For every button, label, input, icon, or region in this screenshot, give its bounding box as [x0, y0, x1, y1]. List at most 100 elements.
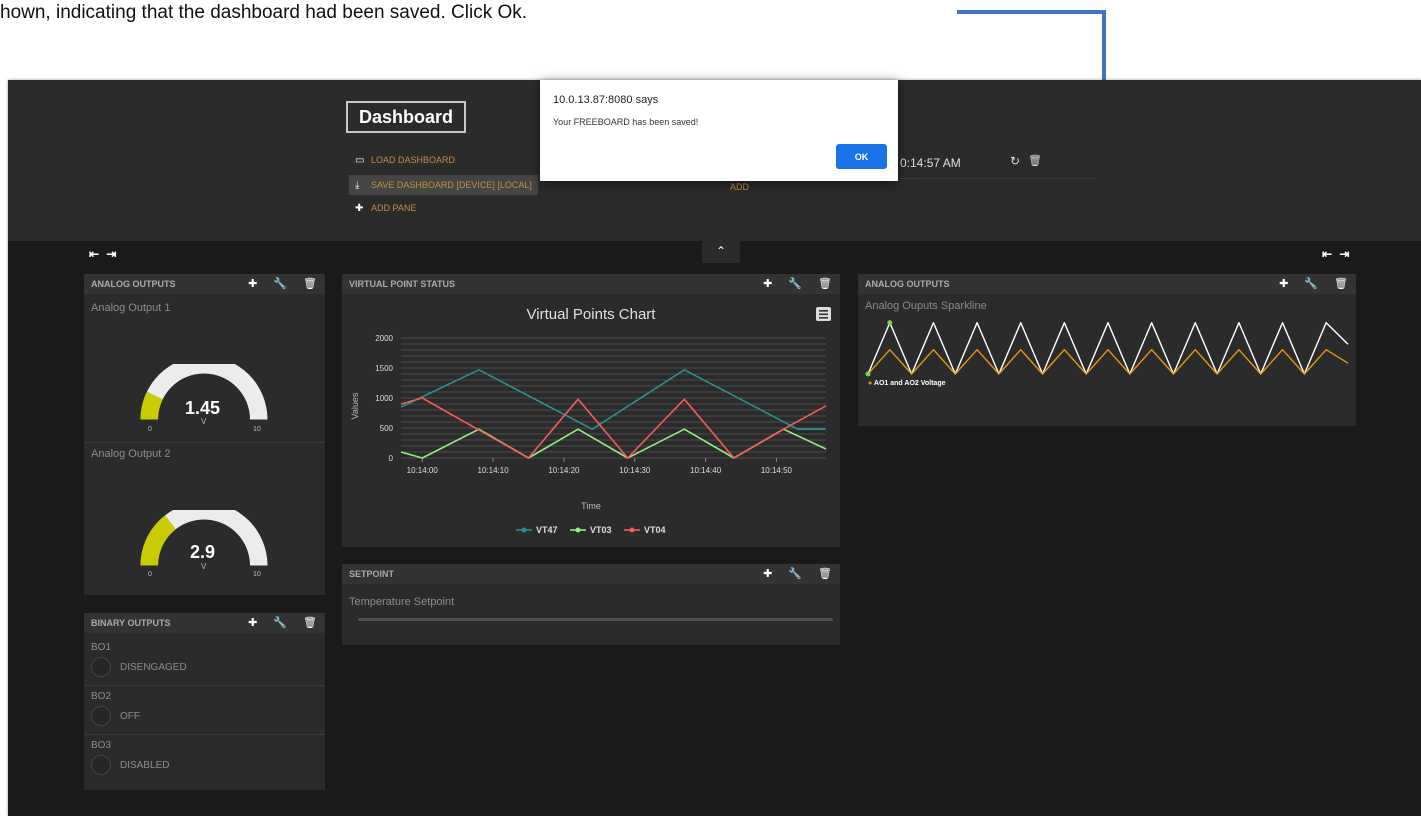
- trash-icon[interactable]: 🗑: [818, 278, 832, 290]
- trash-icon[interactable]: 🗑: [818, 568, 832, 580]
- x-tick-label: 10:14:30: [619, 466, 651, 475]
- load-dashboard-label: LOAD DASHBOARD: [371, 155, 456, 165]
- add-widget-icon[interactable]: ✚: [248, 617, 257, 629]
- x-tick-label: 10:14:00: [407, 466, 439, 475]
- widget-divider: [84, 685, 325, 686]
- trash-icon[interactable]: 🗑: [1028, 154, 1042, 167]
- trash-icon[interactable]: 🗑: [303, 278, 317, 290]
- load-dashboard-button[interactable]: ▭ LOAD DASHBOARD: [349, 150, 461, 170]
- collapse-header-toggle[interactable]: ⌃: [702, 241, 740, 263]
- dialog-title: 10.0.13.87:8080 says: [553, 94, 659, 106]
- widget-divider: [84, 442, 325, 443]
- y-axis-label: Values: [350, 392, 360, 419]
- legend-dot: ●: [868, 380, 873, 387]
- gauge-fill: [140, 515, 176, 566]
- datasource-updated-time: 0:14:57 AM: [900, 156, 961, 170]
- analog-outputs-sparkline-pane: ANALOG OUTPUTS ✚ 🔧 🗑 Analog Ouputs Spark…: [858, 274, 1356, 426]
- chevron-up-icon: ⌃: [715, 244, 727, 258]
- x-tick-label: 10:14:20: [548, 466, 580, 475]
- gauge-unit: V: [201, 562, 207, 571]
- sparkline-title: Analog Ouputs Sparkline: [865, 300, 987, 312]
- legend-item-vt47[interactable]: VT47: [536, 525, 558, 535]
- sparkline-ao2: [867, 349, 1349, 375]
- add-widget-icon[interactable]: ✚: [763, 278, 772, 290]
- pane-toolbar: ✚ 🔧 🗑: [1279, 278, 1348, 290]
- binary-outputs-pane: BINARY OUTPUTS ✚ 🔧 🗑 BO1 DISENGAGED BO2 …: [84, 613, 325, 790]
- x-tick-label: 10:14:50: [761, 466, 793, 475]
- refresh-icon[interactable]: ↻: [1010, 154, 1020, 168]
- gauge-value: 2.9: [190, 542, 216, 562]
- pane-toolbar: ✚ 🔧 🗑: [763, 568, 832, 580]
- sparkline-chart: [865, 320, 1349, 377]
- add-widget-icon[interactable]: ✚: [763, 568, 772, 580]
- indicator-light: [91, 706, 111, 726]
- trash-icon[interactable]: 🗑: [303, 617, 317, 629]
- sparkline-max-marker: [887, 320, 893, 326]
- wrench-icon[interactable]: 🔧: [273, 278, 287, 290]
- x-tick-label: 10:14:10: [478, 466, 510, 475]
- sparkline-legend: ● AO1 and AO2 Voltage: [868, 380, 946, 387]
- gauge-min-label: 0: [148, 426, 152, 433]
- dialog-message: Your FREEBOARD has been saved!: [553, 117, 699, 127]
- add-pane-label: ADD PANE: [371, 203, 417, 213]
- setpoint-slider[interactable]: [358, 618, 833, 621]
- indicator-label: BO2: [91, 691, 112, 702]
- remove-column-icon[interactable]: ⇤: [89, 247, 101, 261]
- wrench-icon[interactable]: 🔧: [1304, 278, 1318, 290]
- wrench-icon[interactable]: 🔧: [788, 568, 802, 580]
- add-column-icon[interactable]: ⇥: [106, 247, 118, 261]
- gauge-max-label: 10: [253, 426, 261, 433]
- gauge-max-label: 10: [253, 571, 261, 578]
- sparkline-min-marker: [865, 371, 871, 377]
- ok-button[interactable]: OK: [836, 144, 887, 169]
- save-dashboard-label: SAVE DASHBOARD [DEVICE] [LOCAL]: [371, 180, 532, 190]
- analog-outputs-pane: ANALOG OUTPUTS ✚ 🔧 🗑 Analog Output 1 1.4…: [84, 274, 325, 595]
- legend-item-vt04[interactable]: VT04: [644, 525, 666, 535]
- pane-toolbar: ✚ 🔧 🗑: [763, 278, 832, 290]
- alert-dialog: 10.0.13.87:8080 says Your FREEBOARD has …: [540, 80, 898, 181]
- gauge-min-label: 0: [148, 571, 152, 578]
- indicator-light: [91, 657, 111, 677]
- plus-icon: ✚: [355, 202, 364, 214]
- indicator-label: BO1: [91, 642, 112, 653]
- folder-open-icon: ▭: [355, 154, 365, 166]
- column-controls-left: ⇤ ⇥: [89, 247, 118, 261]
- y-tick-label: 1000: [375, 394, 393, 403]
- wrench-icon[interactable]: 🔧: [273, 617, 287, 629]
- remove-column-icon[interactable]: ⇤: [1322, 247, 1334, 261]
- x-axis-label: Time: [581, 501, 601, 511]
- indicator-state: DISENGAGED: [120, 662, 187, 673]
- dashboard-title: Dashboard: [346, 101, 466, 133]
- chart-menu-icon[interactable]: [816, 307, 831, 321]
- indicator-light: [91, 755, 111, 775]
- add-pane-button[interactable]: ✚ ADD PANE: [349, 198, 422, 218]
- legend-item-vt03[interactable]: VT03: [590, 525, 612, 535]
- setpoint-widget-title: Temperature Setpoint: [349, 596, 455, 608]
- add-widget-icon[interactable]: ✚: [1279, 278, 1288, 290]
- wrench-icon[interactable]: 🔧: [788, 278, 802, 290]
- pane-toolbar: ✚ 🔧 🗑: [248, 278, 317, 290]
- browser-viewport: Dashboard ▭ LOAD DASHBOARD ⤓ SAVE DASHBO…: [8, 80, 1421, 816]
- indicator-label: BO3: [91, 740, 112, 751]
- legend-label: AO1 and AO2 Voltage: [873, 380, 946, 387]
- indicator-state: OFF: [120, 711, 140, 722]
- legend-marker: [629, 527, 635, 533]
- trash-icon[interactable]: 🗑: [1334, 278, 1348, 290]
- add-datasource-link[interactable]: ADD: [730, 182, 749, 192]
- series-line-vt47: [400, 369, 826, 430]
- legend-marker: [521, 527, 527, 533]
- virtual-points-chart: Virtual Points Chart 0 500 1000 1500 2000 10…: [350, 306, 831, 535]
- widget-divider: [84, 734, 325, 735]
- add-widget-icon[interactable]: ✚: [248, 278, 257, 290]
- pane-toolbar: ✚ 🔧 🗑: [248, 617, 317, 629]
- save-dashboard-button[interactable]: ⤓ SAVE DASHBOARD [DEVICE] [LOCAL]: [349, 175, 538, 195]
- datasource-divider: [900, 178, 1095, 179]
- gauge-title: Analog Output 2: [91, 448, 171, 460]
- sparkline-ao1: [867, 321, 1349, 375]
- add-column-icon[interactable]: ⇥: [1339, 247, 1351, 261]
- gauge-title: Analog Output 1: [91, 302, 171, 314]
- indicator-state: DISABLED: [120, 760, 170, 771]
- gauge-value: 1.45: [185, 398, 221, 418]
- gauge-unit: V: [201, 417, 207, 426]
- y-tick-label: 2000: [375, 334, 393, 343]
